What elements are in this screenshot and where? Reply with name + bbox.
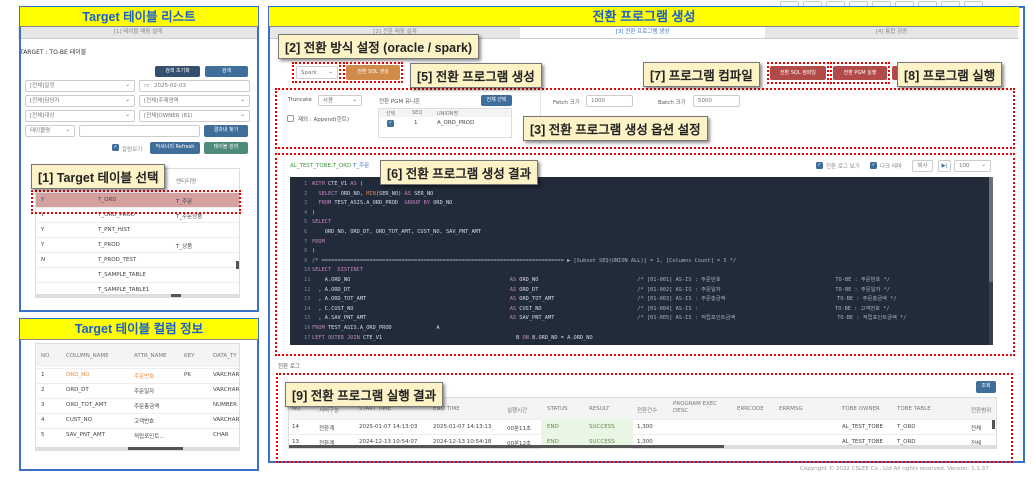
callout-3: [3] 전환 프로그램 생성 옵션 설정 <box>523 116 708 141</box>
annotation-highlight <box>31 190 241 214</box>
annotation-generate <box>343 62 403 83</box>
tab-1[interactable]: [3] 전환 프로그램 생성 <box>520 27 765 39</box>
table-list-frame <box>19 6 259 312</box>
annotation-mode <box>292 62 341 83</box>
table-list-title: Target 테이블 리스트 <box>20 7 258 27</box>
callout-9: [9] 전환 프로그램 실행 결과 <box>285 382 444 407</box>
callout-6: [6] 전환 프로그램 생성 결과 <box>380 160 539 185</box>
callout-5: [5] 전환 프로그램 생성 <box>410 63 542 88</box>
callout-7: [7] 프로그램 컴파일 <box>643 62 760 87</box>
copyright: Copyright © 2022 CSLEE Co., Ltd All righ… <box>800 466 989 472</box>
annotation-run <box>830 62 890 84</box>
callout-8: [8] 프로그램 실행 <box>897 62 1003 87</box>
callout-2: [2] 전환 방식 설정 (oracle / spark) <box>278 34 480 59</box>
column-info-title: Target 테이블 컬럼 정보 <box>20 319 258 340</box>
tab-2[interactable]: [4] 통합 검증 <box>765 27 1018 39</box>
callout-1: [1] Target 테이블 선택 <box>31 164 166 189</box>
annotation-compile <box>767 62 829 84</box>
main-title: 전환 프로그램 생성 <box>269 7 1019 27</box>
column-info-frame <box>19 318 259 471</box>
